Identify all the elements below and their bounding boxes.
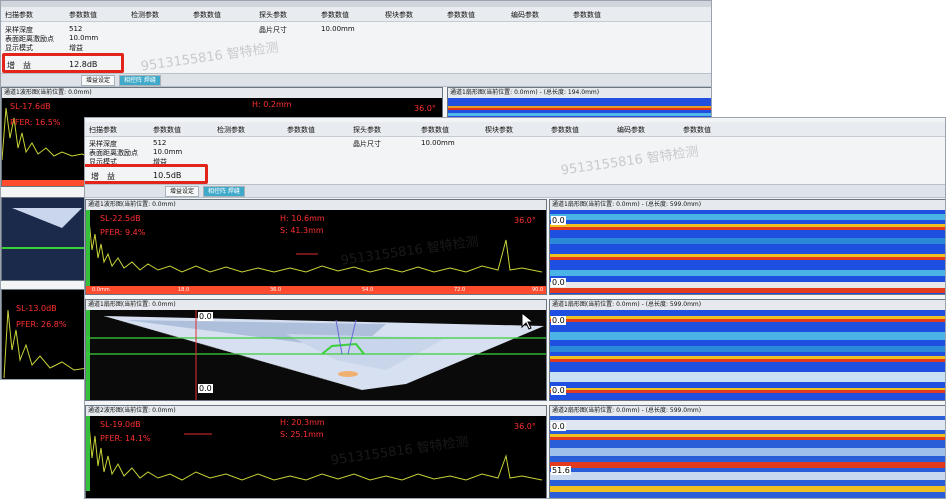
bscan-bottom-label: 51.6 <box>551 466 571 475</box>
param-value[interactable]: 10.00mm <box>421 139 455 147</box>
tick-label: 0.0mm <box>92 287 110 293</box>
tick-label: 18.0 <box>178 287 190 293</box>
bscan-panel-3: 通道2扇形图(当前位置: 0.0mm) - (总长度: 599.0mm) 0.0… <box>549 405 945 498</box>
tab-bar: 增益设定 相控阵 焊缝 <box>85 184 945 198</box>
angle-readout: 36.0° <box>514 216 536 225</box>
tick-label: 90.0 <box>532 287 544 293</box>
tick-label: 36.0 <box>270 287 282 293</box>
header-cell: 检测参数 <box>217 126 245 134</box>
param-label: 显示模式 <box>5 44 33 52</box>
panel-title: 通道2波形图(当前位置: 0.0mm) <box>86 406 546 416</box>
panel-title: 通道1扇形图(当前位置: 0.0mm) - (总长度: 194.0mm) <box>448 88 711 98</box>
param-value[interactable]: 10.00mm <box>321 25 355 33</box>
sl-readout: SL-17.6dB <box>10 102 51 111</box>
sector-zero-label: 0.0 <box>198 312 213 321</box>
front-window: 扫描参数 参数数值 检测参数 参数数值 探头参数 参数数值 楔块参数 参数数值 … <box>84 117 946 499</box>
tab-bar: 增益设定 相控阵 焊缝 <box>1 73 711 87</box>
gate-bar[interactable] <box>86 416 90 491</box>
bscan-bottom-label: 0.0 <box>551 386 566 395</box>
header-cell: 编码参数 <box>511 11 539 19</box>
s-readout: S: 41.3mm <box>280 226 324 235</box>
panel-title: 通道1扇形图(当前位置: 0.0mm) - (总长度: 599.0mm) <box>550 200 945 210</box>
header-cell: 参数数值 <box>287 126 315 134</box>
sector-scan-panel: 通道1扇形图(当前位置: 0.0mm) 0.0 0.0 <box>85 299 547 401</box>
param-value[interactable]: 512 <box>69 25 82 33</box>
panel-title: 通道1扇形图(当前位置: 0.0mm) - (总长度: 599.0mm) <box>550 300 945 310</box>
param-header: 扫描参数 参数数值 检测参数 参数数值 探头参数 参数数值 楔块参数 参数数值 … <box>1 7 711 22</box>
bscan-bottom-label: 0.0 <box>551 278 566 287</box>
pfer-readout: PFER: 16.5% <box>10 118 61 127</box>
sl-readout: SL-19.0dB <box>100 420 141 429</box>
param-value[interactable]: 10.0mm <box>69 34 98 42</box>
sl-readout: SL-22.5dB <box>100 214 141 223</box>
header-cell: 参数数值 <box>321 11 349 19</box>
h-readout: H: 0.2mm <box>252 100 292 109</box>
gate-bar[interactable] <box>86 210 90 286</box>
tab-phased-array[interactable]: 相控阵 焊缝 <box>119 75 161 86</box>
sector-preview <box>2 198 86 280</box>
bscan-image <box>550 416 945 498</box>
back-bscan-panel: 通道1扇形图(当前位置: 0.0mm) - (总长度: 194.0mm) <box>447 87 711 121</box>
gain-highlight-box <box>2 53 124 73</box>
header-cell: 楔块参数 <box>385 11 413 19</box>
param-header: 扫描参数 参数数值 检测参数 参数数值 探头参数 参数数值 楔块参数 参数数值 … <box>85 122 945 137</box>
header-cell: 参数数值 <box>421 126 449 134</box>
header-cell: 参数数值 <box>683 126 711 134</box>
pfer-readout: PFER: 14.1% <box>100 434 151 443</box>
bscan-image <box>550 210 945 294</box>
param-value[interactable]: 10.0mm <box>153 148 182 156</box>
header-cell: 参数数值 <box>551 126 579 134</box>
tick-label: 72.0 <box>454 287 466 293</box>
mouse-pointer-icon <box>521 312 535 330</box>
ascan-panel-ch1: 通道1波形图(当前位置: 0.0mm) SL-22.5dB PFER: 9.4%… <box>85 199 547 295</box>
h-readout: H: 20.3mm <box>280 418 325 427</box>
header-cell: 探头参数 <box>353 126 381 134</box>
angle-readout: 36.0° <box>414 104 436 113</box>
param-label: 晶片尺寸 <box>259 26 287 34</box>
panel-title: 通道1波形图(当前位置: 0.0mm) <box>2 88 442 98</box>
header-cell: 参数数值 <box>69 11 97 19</box>
header-cell: 检测参数 <box>131 11 159 19</box>
tab-phased-array[interactable]: 相控阵 焊缝 <box>203 186 245 197</box>
param-label: 晶片尺寸 <box>353 140 381 148</box>
ascan-axis: 0.0mm 18.0 36.0 54.0 72.0 90.0 <box>86 286 546 294</box>
bscan-top-label: 0.0 <box>551 216 566 225</box>
header-cell: 参数数值 <box>447 11 475 19</box>
tick-label: 54.0 <box>362 287 374 293</box>
gain-highlight-box <box>85 164 208 184</box>
header-cell: 参数数值 <box>573 11 601 19</box>
header-cell: 参数数值 <box>153 126 181 134</box>
sector-image <box>86 310 546 400</box>
tab-gain[interactable]: 增益设定 <box>81 75 116 86</box>
header-cell: 楔块参数 <box>485 126 513 134</box>
bscan-panel-2: 通道1扇形图(当前位置: 0.0mm) - (总长度: 599.0mm) 0.0… <box>549 299 945 401</box>
param-value[interactable]: 增益 <box>69 43 83 53</box>
header-cell: 扫描参数 <box>5 11 33 19</box>
angle-readout: 36.0° <box>514 422 536 431</box>
ascan-trace <box>86 219 543 277</box>
param-value[interactable]: 512 <box>153 139 166 147</box>
header-cell: 探头参数 <box>259 11 287 19</box>
sector-zero-label: 0.0 <box>198 384 213 393</box>
bscan-image <box>550 310 945 400</box>
bscan-top-label: 0.0 <box>551 422 566 431</box>
tab-gain[interactable]: 增益设定 <box>165 186 200 197</box>
panel-title: 通道1波形图(当前位置: 0.0mm) <box>86 200 546 210</box>
header-cell: 编码参数 <box>617 126 645 134</box>
header-cell: 扫描参数 <box>89 126 117 134</box>
bscan-top-label: 0.0 <box>551 316 566 325</box>
ascan-trace <box>3 309 86 379</box>
panel-title: 通道1扇形图(当前位置: 0.0mm) <box>86 300 546 310</box>
h-readout: H: 10.6mm <box>280 214 325 223</box>
pfer-readout: PFER: 9.4% <box>100 228 146 237</box>
ascan-panel-ch2: 通道2波形图(当前位置: 0.0mm) SL-19.0dB PFER: 14.1… <box>85 405 547 498</box>
header-cell: 参数数值 <box>193 11 221 19</box>
back-lower-ascan: SL-13.0dB PFER: 26.8% <box>1 289 87 379</box>
s-readout: S: 25.1mm <box>280 430 324 439</box>
back-small-panel <box>1 197 87 281</box>
panel-title: 通道2扇形图(当前位置: 0.0mm) - (总长度: 599.0mm) <box>550 406 945 416</box>
bscan-panel-1: 通道1扇形图(当前位置: 0.0mm) - (总长度: 599.0mm) 0.0… <box>549 199 945 295</box>
